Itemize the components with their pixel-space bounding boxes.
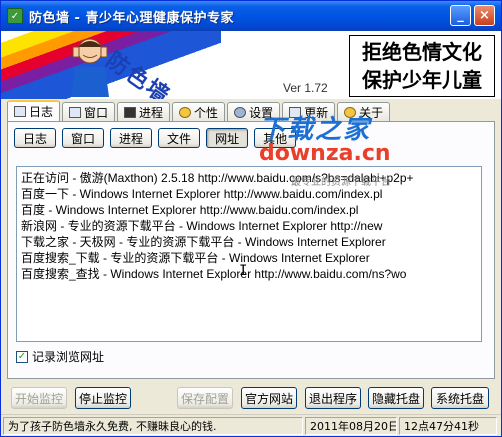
save-config-button[interactable]: 保存配置: [177, 387, 233, 409]
app-shield-icon: ✓: [7, 8, 23, 24]
tab-window[interactable]: 窗口: [62, 102, 116, 121]
checkmark-icon[interactable]: ✓: [16, 350, 28, 363]
watermark-tagline: 最专业的资源下载平台: [291, 177, 391, 188]
settings-icon: [234, 106, 247, 118]
subtab-file[interactable]: 文件: [158, 128, 201, 148]
version-label: Ver 1.72: [283, 81, 328, 95]
header-banner: 防色墙 Ver 1.72 拒绝色情文化 保护少年儿童: [1, 31, 501, 99]
log-panel: 日志 窗口 进程 文件 网址 其他 正在访问 - 傲游(Maxthon) 2.5…: [7, 121, 495, 379]
status-date: 2011年08月20日: [305, 417, 397, 435]
record-urls-checkbox[interactable]: ✓ 记录浏览网址: [16, 348, 104, 365]
url-log-list[interactable]: 正在访问 - 傲游(Maxthon) 2.5.18 http://www.bai…: [16, 166, 482, 342]
minimize-button[interactable]: _: [450, 5, 471, 26]
record-urls-label: 记录浏览网址: [32, 350, 105, 364]
log-entry[interactable]: 百度搜索_查找 - Windows Internet Explorer http…: [21, 267, 406, 281]
log-entry[interactable]: 下载之家 - 天极网 - 专业的资源下载平台 - Windows Interne…: [21, 235, 386, 249]
log-entry[interactable]: 新浪网 - 专业的资源下载平台 - Windows Internet Explo…: [21, 219, 382, 233]
subtab-log[interactable]: 日志: [14, 128, 57, 148]
close-button[interactable]: ×: [474, 5, 495, 26]
log-entry[interactable]: 百度 - Windows Internet Explorer http://ww…: [21, 203, 358, 217]
status-time: 12点47分41秒: [399, 417, 497, 435]
subtab-process[interactable]: 进程: [110, 128, 153, 148]
hide-tray-button[interactable]: 隐藏托盘: [368, 387, 424, 409]
log-icon: [14, 106, 26, 117]
slogan-line-2: 保护少年儿童: [362, 68, 482, 92]
window-icon: [69, 106, 82, 118]
main-window: ✓ 防色墙 - 青少年心理健康保护专家 _ × 防色墙 Ver 1.72 拒绝色…: [0, 0, 502, 437]
tab-process[interactable]: 进程: [117, 102, 171, 121]
slogan-box: 拒绝色情文化 保护少年儿童: [349, 35, 495, 97]
status-bar: 为了孩子防色墙永久免费, 不赚昧良心的钱. 2011年08月20日 12点47分…: [1, 414, 501, 436]
log-entry[interactable]: 百度搜索_下载 - 专业的资源下载平台 - Windows Internet E…: [21, 251, 370, 265]
slogan-line-1: 拒绝色情文化: [362, 40, 482, 64]
log-entry[interactable]: 百度一下 - Windows Internet Explorer http://…: [21, 187, 382, 201]
stop-monitor-button[interactable]: 停止监控: [75, 387, 131, 409]
watermark-domain: downza.cn: [259, 141, 391, 166]
subtab-url[interactable]: 网址: [206, 128, 249, 148]
subtab-window[interactable]: 窗口: [62, 128, 105, 148]
official-website-button[interactable]: 官方网站: [241, 387, 297, 409]
tab-log[interactable]: 日志: [7, 100, 61, 121]
exit-program-button[interactable]: 退出程序: [305, 387, 361, 409]
tab-personal[interactable]: 个性: [172, 102, 226, 121]
start-monitor-button[interactable]: 开始监控: [11, 387, 67, 409]
status-message: 为了孩子防色墙永久免费, 不赚昧良心的钱.: [3, 417, 303, 435]
personal-icon: [179, 106, 192, 118]
system-tray-button[interactable]: 系统托盘: [431, 387, 489, 409]
title-bar[interactable]: ✓ 防色墙 - 青少年心理健康保护专家 _ ×: [1, 1, 501, 31]
process-icon: [124, 106, 137, 118]
text-cursor-icon: I: [239, 263, 248, 279]
window-title: 防色墙 - 青少年心理健康保护专家: [29, 10, 234, 26]
